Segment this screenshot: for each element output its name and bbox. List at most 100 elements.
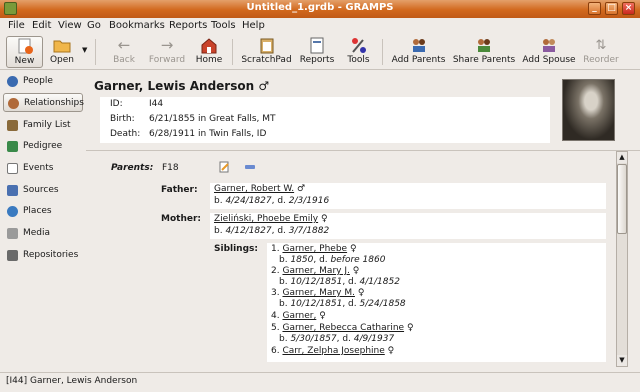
sibling-name-link[interactable]: Garner, Phebe: [282, 244, 347, 254]
sibling-row: 2. Garner, Mary J. ♀: [271, 266, 360, 276]
sibling-name-link[interactable]: Garner, Mary J.: [282, 266, 349, 276]
active-person-name: Garner, Lewis Anderson ♂: [94, 79, 270, 93]
sidebar-item-sources[interactable]: Sources: [3, 181, 83, 200]
share-parents-button[interactable]: Share Parents: [451, 34, 517, 70]
toolbar: New Open ▼ ← Back → Forward Home Scratch…: [0, 34, 640, 70]
siblings-box: 1. Garner, Phebe ♀ b. 1850, d. before 18…: [267, 243, 606, 362]
new-icon: [18, 38, 33, 54]
father-label: Father:: [161, 185, 198, 195]
sidebar-item-events[interactable]: Events: [3, 159, 83, 178]
new-button[interactable]: New: [6, 36, 43, 68]
father-name-link[interactable]: Garner, Robert W.: [214, 184, 294, 194]
sibling-dates: b. 10/12/1851, d. 4/1/1852: [279, 277, 400, 287]
share-parents-icon: [478, 39, 490, 52]
home-button[interactable]: Home: [191, 34, 227, 70]
remove-family-icon[interactable]: [245, 165, 255, 170]
minimize-icon[interactable]: _: [588, 2, 601, 15]
sibling-row: 1. Garner, Phebe ♀: [271, 244, 357, 254]
mother-box: Zieliński, Phoebe Emily ♀ b. 4/12/1827, …: [210, 213, 606, 239]
sidebar-item-media[interactable]: Media: [3, 224, 83, 243]
sidebar-item-pedigree[interactable]: Pedigree: [3, 137, 83, 156]
add-parents-icon: [412, 39, 425, 52]
sidebar: People Relationships Family List Pedigre…: [0, 70, 85, 372]
back-button[interactable]: ← Back: [104, 34, 144, 70]
id-value: I44: [149, 99, 164, 109]
sidebar-item-people[interactable]: People: [3, 72, 83, 91]
sidebar-item-repositories[interactable]: Repositories: [3, 246, 83, 265]
chevron-down-icon: ▼: [82, 46, 88, 54]
report-icon: [310, 37, 324, 54]
scroll-down-icon[interactable]: ▼: [617, 355, 627, 366]
person-info-box: ID: I44 Birth: 6/21/1855 in Great Falls,…: [100, 97, 550, 143]
sibling-dates: b. 1850, d. before 1860: [279, 255, 386, 265]
menu-view[interactable]: View: [58, 20, 82, 31]
menu-go[interactable]: Go: [87, 20, 101, 31]
vertical-scrollbar[interactable]: ▲ ▼: [616, 151, 628, 367]
relationships-icon: [8, 98, 19, 109]
female-icon: ♀: [349, 244, 357, 254]
home-icon: [201, 38, 217, 54]
reports-button[interactable]: Reports: [297, 34, 337, 70]
mother-birth: 4/12/1827: [225, 226, 272, 236]
menu-bookmarks[interactable]: Bookmarks: [109, 20, 165, 31]
menu-reports[interactable]: Reports: [169, 20, 207, 31]
female-icon: ♀: [352, 266, 360, 276]
reorder-button[interactable]: ⇅ Reorder: [581, 34, 621, 70]
sibling-name-link[interactable]: Carr, Zelpha Josephine: [282, 346, 384, 356]
add-spouse-button[interactable]: Add Spouse: [521, 34, 577, 70]
scroll-up-icon[interactable]: ▲: [617, 152, 627, 163]
death-value: 6/28/1911 in Twin Falls, ID: [149, 129, 267, 139]
globe-icon: [7, 206, 18, 217]
menu-help[interactable]: Help: [242, 20, 265, 31]
sidebar-item-family-list[interactable]: Family List: [3, 116, 83, 135]
title-bar: Untitled_1.grdb - GRAMPS _ □ ×: [0, 0, 640, 18]
female-icon: ♀: [320, 214, 328, 224]
open-recent-dropdown[interactable]: ▼: [81, 34, 90, 70]
toolbar-separator: [232, 39, 233, 65]
female-icon: ♀: [357, 288, 365, 298]
status-bar: [I44] Garner, Lewis Anderson: [0, 372, 640, 392]
person-photo[interactable]: [562, 79, 615, 141]
close-icon[interactable]: ×: [622, 2, 635, 15]
folder-icon: [53, 40, 71, 53]
tools-button[interactable]: Tools: [342, 34, 375, 70]
mother-death: 3/7/1882: [288, 226, 330, 236]
menu-edit[interactable]: Edit: [32, 20, 51, 31]
edit-family-icon[interactable]: [219, 161, 230, 173]
sibling-name-link[interactable]: Garner,: [282, 311, 316, 321]
menu-tools[interactable]: Tools: [211, 20, 236, 31]
clipboard-icon: [260, 38, 273, 54]
maximize-icon[interactable]: □: [605, 2, 618, 15]
scratchpad-button[interactable]: ScratchPad: [240, 34, 293, 70]
father-birth: 4/24/1827: [225, 196, 272, 206]
parents-label: Parents:: [111, 163, 154, 173]
toolbar-separator: [382, 39, 383, 65]
menu-file[interactable]: File: [8, 20, 25, 31]
female-icon: ♀: [387, 346, 395, 356]
sibling-name-link[interactable]: Garner, Rebecca Catharine: [282, 323, 404, 333]
scrollbar-thumb[interactable]: [617, 164, 627, 234]
birth-label: Birth:: [110, 114, 135, 124]
active-person-header: Garner, Lewis Anderson ♂ ID: I44 Birth: …: [86, 70, 640, 148]
male-icon: ♂: [297, 184, 306, 194]
add-parents-button[interactable]: Add Parents: [390, 34, 447, 70]
family-scroll-pane[interactable]: Parents: F18 Father: Garner, Robert W. ♂…: [86, 150, 640, 372]
sibling-dates: b. 10/12/1851, d. 5/24/1858: [279, 299, 406, 309]
mother-name-link[interactable]: Zieliński, Phoebe Emily: [214, 214, 318, 224]
sidebar-item-relationships[interactable]: Relationships: [3, 93, 84, 112]
father-death: 2/3/1916: [288, 196, 330, 206]
status-text: [I44] Garner, Lewis Anderson: [6, 376, 138, 386]
mother-label: Mother:: [161, 214, 201, 224]
sibling-row: 4. Garner, ♀: [271, 311, 326, 321]
sibling-name-link[interactable]: Garner, Mary M.: [282, 288, 355, 298]
sibling-row: 3. Garner, Mary M. ♀: [271, 288, 365, 298]
open-button[interactable]: Open: [46, 34, 78, 70]
back-arrow-icon: ←: [117, 36, 131, 54]
tools-icon: [351, 38, 366, 53]
events-icon: [7, 163, 18, 174]
sidebar-item-places[interactable]: Places: [3, 202, 83, 221]
pedigree-icon: [7, 141, 18, 152]
forward-button[interactable]: → Forward: [146, 34, 188, 70]
relationship-view: Garner, Lewis Anderson ♂ ID: I44 Birth: …: [86, 70, 640, 372]
family-list-icon: [7, 120, 18, 131]
